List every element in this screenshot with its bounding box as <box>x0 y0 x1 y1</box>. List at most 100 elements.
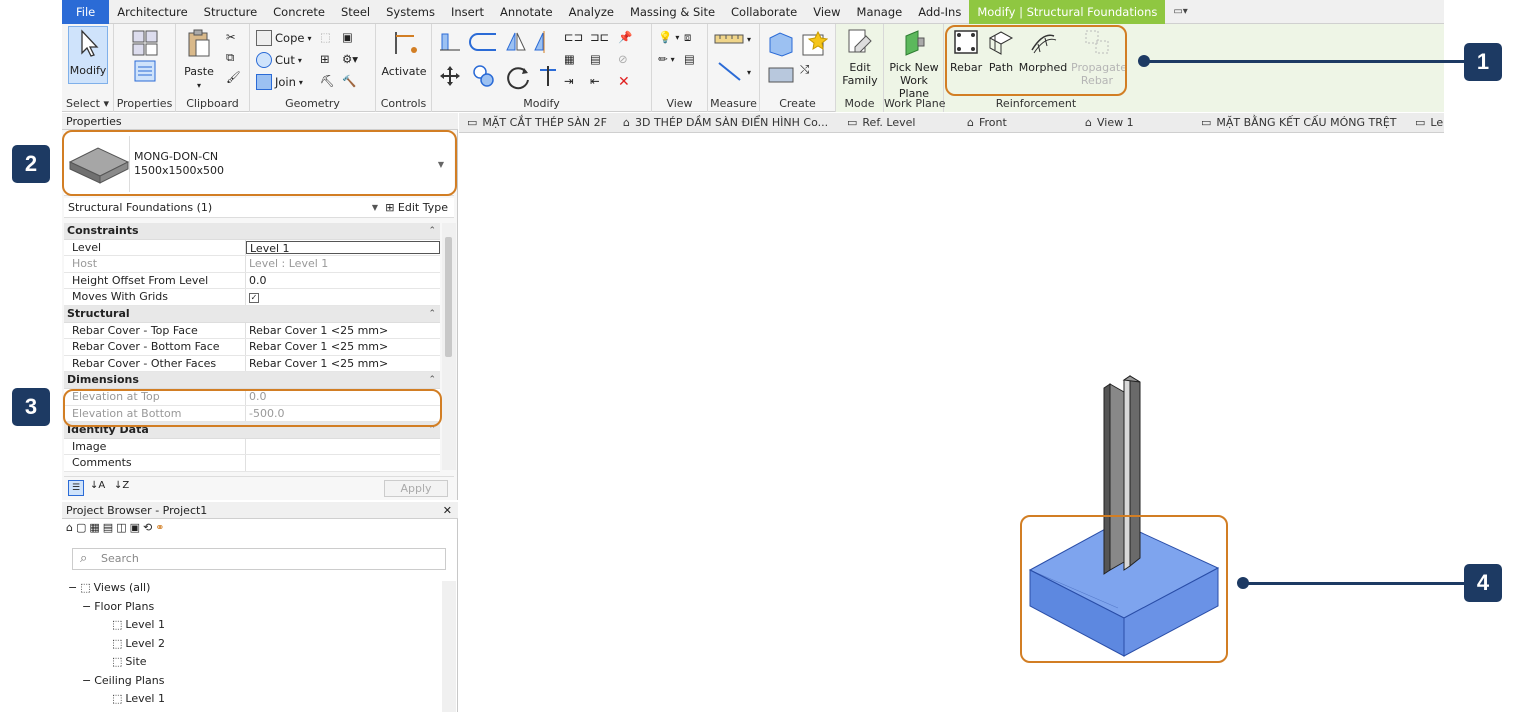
view-tab[interactable]: ⌂ Front <box>967 113 1007 133</box>
tree-level-1[interactable]: ⬚ Level 1 <box>112 618 165 631</box>
schedule-icon[interactable]: ▦ <box>89 521 99 541</box>
copy-icon[interactable]: ⧉ <box>226 50 234 65</box>
tab-manage[interactable]: Manage <box>849 0 911 24</box>
split-face-icon[interactable]: ▣ <box>342 30 353 44</box>
tree-level-2[interactable]: ⬚ Level 2 <box>112 637 165 650</box>
view-tab[interactable]: ⌂ View 1 <box>1085 113 1134 133</box>
view-tab[interactable]: ▭ Le <box>1415 113 1443 133</box>
rebar-cover-top-field[interactable]: Rebar Cover 1 <25 mm> <box>246 323 440 339</box>
align-icon[interactable] <box>438 30 462 54</box>
unpin-icon[interactable]: ⊘ <box>618 52 628 66</box>
instance-filter[interactable]: Structural Foundations (1) ▼ ⊞ Edit Type <box>64 198 454 218</box>
home-icon[interactable]: ⌂ <box>66 521 73 541</box>
collapse-icon[interactable]: ⌃ <box>428 372 436 389</box>
tab-file[interactable]: File <box>62 0 110 24</box>
tab-view[interactable]: View <box>805 0 848 24</box>
cut-clipboard-icon[interactable]: ✂ <box>226 30 236 44</box>
activate-button[interactable]: Activate <box>380 28 428 78</box>
browser-scrollbar[interactable] <box>442 581 456 712</box>
linework-icon[interactable]: ✏ ▾ <box>658 52 675 66</box>
view-tab[interactable]: ▭ Ref. Level <box>847 113 915 133</box>
trim-extend-icon[interactable] <box>536 64 560 88</box>
tab-concrete[interactable]: Concrete <box>265 0 333 24</box>
properties-scrollbar[interactable] <box>442 223 456 470</box>
tab-systems[interactable]: Systems <box>378 0 443 24</box>
split-gap-icon[interactable]: ⊐⊏ <box>590 30 609 44</box>
tab-structure[interactable]: Structure <box>196 0 266 24</box>
create-group-icon[interactable] <box>766 62 796 86</box>
3d-view-icon[interactable]: ◫ <box>116 521 126 541</box>
create-parts-icon[interactable] <box>800 30 828 58</box>
tab-modify-structural-foundations[interactable]: Modify | Structural Foundations <box>969 0 1166 24</box>
rebar-cover-bottom-field[interactable]: Rebar Cover 1 <25 mm> <box>246 339 440 355</box>
join-button[interactable]: Join ▾ <box>256 74 303 90</box>
create-assembly-icon[interactable] <box>766 30 796 58</box>
group-dimensions[interactable]: Dimensions ⌃ <box>64 372 440 389</box>
view-icon[interactable]: ▢ <box>76 521 86 541</box>
array-icon[interactable]: ▦ <box>564 52 575 66</box>
create-similar-icon[interactable]: ⤭ <box>800 62 809 77</box>
image-field[interactable] <box>246 439 440 455</box>
pin-icon[interactable]: 📌 <box>618 30 632 44</box>
window-toggle-icon[interactable]: ▭▾ <box>1165 0 1195 24</box>
demolish-icon[interactable]: ⛏ <box>320 74 335 88</box>
sheet-icon[interactable]: ▣ <box>130 521 140 541</box>
sort-descending-icon[interactable]: ↓Z <box>114 480 129 491</box>
group-constraints[interactable]: Constraints ⌃ <box>64 223 440 240</box>
rotate-icon[interactable] <box>504 64 532 92</box>
tab-annotate[interactable]: Annotate <box>492 0 561 24</box>
tree-views-all[interactable]: − ⬚ Views (all) <box>68 581 150 594</box>
height-offset-field[interactable]: 0.0 <box>246 273 440 289</box>
tab-add-ins[interactable]: Add-Ins <box>910 0 969 24</box>
scale-icon[interactable]: ▤ <box>590 52 601 66</box>
dimension-icon[interactable]: ▾ <box>716 60 751 84</box>
filter-dropdown-icon[interactable]: ▼ <box>372 198 378 218</box>
view-tab[interactable]: ⌂ 3D THÉP DẦM SÀN ĐIỂN HÌNH Co... <box>623 113 828 133</box>
override-graphics-icon[interactable]: ⧈ <box>684 30 691 45</box>
wall-joins-icon[interactable]: ⬚ <box>320 30 331 44</box>
split-element-icon[interactable]: ⊏⊐ <box>564 30 583 44</box>
collapse-icon[interactable]: ⌃ <box>428 223 436 240</box>
tab-steel[interactable]: Steel <box>333 0 378 24</box>
moves-with-grids-checkbox[interactable]: ✓ <box>246 289 440 305</box>
rebar-cover-other-field[interactable]: Rebar Cover 1 <25 mm> <box>246 356 440 372</box>
mirror-pick-axis-icon[interactable] <box>504 30 528 54</box>
trim-single-icon[interactable]: ⇥ <box>564 74 574 88</box>
categorize-icon[interactable]: ☰ <box>68 480 84 496</box>
tab-architecture[interactable]: Architecture <box>109 0 195 24</box>
table-icon[interactable]: ▤ <box>103 521 113 541</box>
hammer-icon[interactable]: 🔨 <box>342 74 356 88</box>
comments-field[interactable] <box>246 455 440 471</box>
cope-button[interactable]: Cope ▾ <box>256 30 311 46</box>
view-tab[interactable]: ▭ MẶT BẰNG KẾT CẤU MÓNG TRỆT <box>1201 113 1397 133</box>
trim-multiple-icon[interactable]: ⇤ <box>590 74 600 88</box>
tree-floor-plans[interactable]: − Floor Plans <box>82 600 154 613</box>
copy-modify-icon[interactable] <box>472 64 496 88</box>
link-icon[interactable]: ⚭ <box>155 521 164 541</box>
view-filter-icon[interactable]: ▤ <box>684 52 695 66</box>
tree-ceiling-plans[interactable]: − Ceiling Plans <box>82 674 164 687</box>
panel-title-select[interactable]: Select ▾ <box>62 97 113 110</box>
edit-family-button[interactable]: Edit Family <box>840 28 880 87</box>
match-properties-icon[interactable]: 🖌 <box>226 70 241 84</box>
move-icon[interactable] <box>438 64 462 88</box>
cut-geometry-button[interactable]: Cut ▾ <box>256 52 302 68</box>
measure-icon[interactable]: ▾ <box>714 32 751 46</box>
offset-icon[interactable] <box>468 30 498 54</box>
sort-ascending-icon[interactable]: ↓A <box>90 480 105 491</box>
refresh-icon[interactable]: ⟲ <box>143 521 152 541</box>
apply-button[interactable]: Apply <box>384 480 448 497</box>
view-tab[interactable]: ▭ MẶT CẮT THÉP SÀN 2F <box>467 113 607 133</box>
properties-button[interactable] <box>128 60 162 85</box>
collapse-icon[interactable]: ⌃ <box>428 306 436 323</box>
level-field[interactable]: Level 1 <box>246 240 440 255</box>
paint-icon[interactable]: ⚙▾ <box>342 52 358 66</box>
edit-type-button[interactable]: ⊞ Edit Type <box>385 198 448 218</box>
group-structural[interactable]: Structural ⌃ <box>64 305 440 323</box>
paste-button[interactable]: Paste ▾ <box>182 28 216 92</box>
tab-insert[interactable]: Insert <box>443 0 492 24</box>
tree-ceiling-level-1[interactable]: ⬚ Level 1 <box>112 692 165 705</box>
modify-button[interactable]: Modify <box>68 26 108 84</box>
mirror-draw-axis-icon[interactable] <box>532 30 556 54</box>
tab-collaborate[interactable]: Collaborate <box>723 0 805 24</box>
